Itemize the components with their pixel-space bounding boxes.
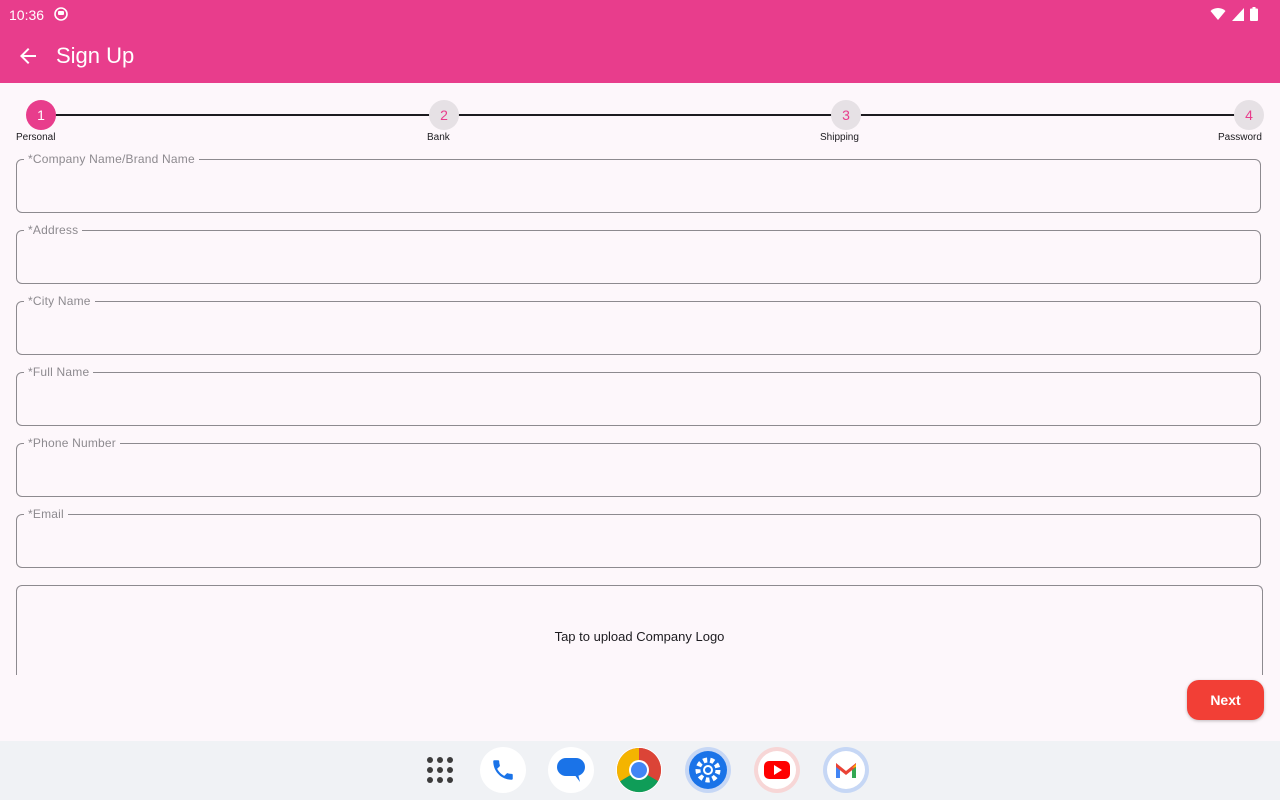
field-label: *City Name	[24, 294, 95, 308]
page-title: Sign Up	[56, 43, 135, 68]
email-input[interactable]	[28, 532, 1232, 558]
field-label: *Full Name	[24, 365, 94, 379]
signup-stepper: 1 Personal 2 Bank 3 Shipping 4 Password	[0, 100, 1280, 150]
field-label: *Company Name/Brand Name	[24, 152, 199, 166]
status-time: 10:36	[9, 7, 45, 23]
address-field[interactable]: *Address	[16, 223, 1263, 284]
step-password[interactable]: 4 Password	[1218, 100, 1264, 143]
company-name-field[interactable]: *Company Name/Brand Name	[16, 152, 1263, 213]
field-label: *Phone Number	[24, 436, 120, 450]
field-label: *Email	[24, 507, 68, 521]
signal-icon	[1232, 7, 1244, 21]
status-icons	[1210, 7, 1258, 21]
step-label: Password	[1218, 132, 1262, 143]
step-number: 1	[26, 100, 56, 130]
city-name-input[interactable]	[28, 319, 1232, 345]
status-bar: 10:36	[0, 0, 1280, 30]
field-label: *Address	[24, 223, 83, 237]
taskbar-dock	[0, 741, 1280, 800]
step-personal[interactable]: 1 Personal	[16, 100, 56, 143]
step-label: Bank	[427, 132, 450, 143]
step-shipping[interactable]: 3 Shipping	[820, 100, 861, 143]
phone-icon[interactable]	[480, 747, 526, 793]
app-drawer-icon[interactable]	[417, 747, 463, 793]
step-number: 3	[831, 100, 861, 130]
step-label: Shipping	[820, 132, 859, 143]
messages-icon[interactable]	[548, 747, 594, 793]
step-number: 2	[429, 100, 459, 130]
address-input[interactable]	[28, 248, 1232, 274]
company-name-input[interactable]	[28, 177, 1232, 203]
notification-app-icon	[54, 7, 68, 21]
step-label: Personal	[16, 132, 56, 143]
next-button[interactable]: Next	[1187, 680, 1264, 720]
step-number: 4	[1234, 100, 1264, 130]
company-logo-upload[interactable]: Tap to upload Company Logo	[16, 585, 1263, 675]
youtube-icon[interactable]	[754, 747, 800, 793]
settings-icon[interactable]	[685, 747, 731, 793]
chrome-icon[interactable]	[616, 747, 662, 793]
city-name-field[interactable]: *City Name	[16, 294, 1263, 355]
step-bank[interactable]: 2 Bank	[427, 100, 459, 143]
phone-number-input[interactable]	[28, 461, 1232, 487]
back-arrow-icon[interactable]	[16, 44, 40, 68]
full-name-input[interactable]	[28, 390, 1232, 416]
app-bar: 10:36 Sign Up	[0, 0, 1280, 83]
upload-label: Tap to upload Company Logo	[554, 629, 725, 644]
phone-number-field[interactable]: *Phone Number	[16, 436, 1263, 497]
stepper-line	[40, 114, 1248, 116]
gmail-icon[interactable]	[823, 747, 869, 793]
battery-icon	[1250, 7, 1258, 21]
full-name-field[interactable]: *Full Name	[16, 365, 1263, 426]
wifi-icon	[1210, 8, 1226, 20]
email-field[interactable]: *Email	[16, 507, 1263, 568]
